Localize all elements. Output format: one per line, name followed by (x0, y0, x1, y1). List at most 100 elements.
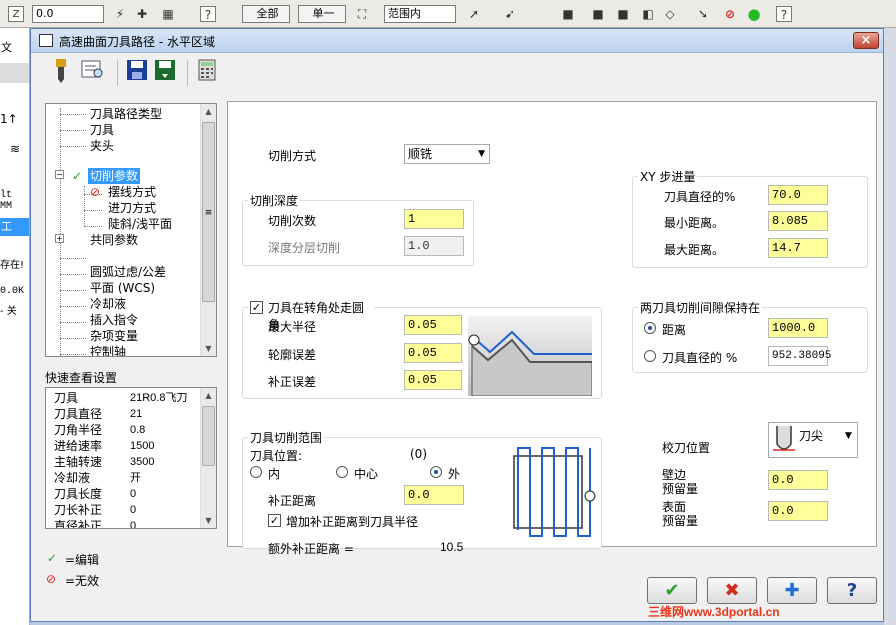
bg-fragment: - 关 (0, 306, 17, 317)
scroll-up-icon[interactable]: ▲ (201, 104, 216, 119)
gap-pct-input[interactable]: 952.38095 (768, 346, 831, 366)
go-icon[interactable]: ● (746, 6, 762, 22)
comp-dist-input[interactable]: 0.0 (404, 485, 464, 505)
gap-dist-label: 距离 (662, 323, 687, 337)
wall-stock-input[interactable]: 0.0 (768, 470, 828, 490)
tree-item-cut-params[interactable]: 切削参数 (88, 168, 141, 184)
tree-expand-toggle[interactable]: + (55, 234, 64, 243)
select-cursor-icon[interactable]: ⛶ (354, 6, 370, 22)
add-button[interactable]: ✚ (767, 577, 817, 604)
edited-check-icon: ✓ (47, 551, 58, 565)
max-radius-input[interactable]: 0.05 (404, 315, 462, 335)
qv-value: 0 (130, 520, 137, 529)
title-bar[interactable]: 高速曲面刀具路径 - 水平区域 × (31, 29, 883, 53)
layer-depth-input[interactable]: 1.0 (404, 236, 464, 256)
cube-icon[interactable]: ◧ (640, 6, 656, 22)
cut-count-input[interactable]: 1 (404, 209, 464, 229)
tree-item-holder[interactable]: 夹头 (90, 138, 114, 154)
qv-value: 21R0.8飞刀 (130, 392, 188, 404)
qv-value: 3500 (130, 456, 155, 468)
qv-value: 0 (130, 504, 137, 516)
xy-max-input[interactable]: 14.7 (768, 238, 828, 258)
range-dropdown[interactable]: 范围内 (384, 5, 456, 23)
tree-scrollbar[interactable]: ▲ ≡ ▼ (200, 104, 216, 356)
floor-stock-input[interactable]: 0.0 (768, 501, 828, 521)
tree-item-arc-filter[interactable]: 圆弧过虑/公差 (90, 264, 166, 280)
tree-item-axis[interactable]: 控制轴 (90, 344, 126, 356)
save-as-icon[interactable] (151, 59, 179, 87)
tool-icon[interactable] (47, 59, 75, 87)
corner-checkbox[interactable]: ✓ (250, 301, 263, 314)
tool-pos-select-value: 刀尖 (799, 429, 824, 443)
tree-item-insert[interactable]: 插入指令 (90, 312, 138, 328)
tree-item-trochoidal[interactable]: 摆线方式 (108, 184, 156, 200)
edge-select-icon[interactable]: ◇ (662, 6, 678, 22)
solid-select-icon[interactable]: ■ (560, 6, 576, 22)
tree-item-plane[interactable]: 平面 (WCS) (90, 280, 155, 296)
save-icon[interactable] (123, 59, 151, 87)
xy-min-input[interactable]: 8.085 (768, 211, 828, 231)
cut-method-select[interactable]: 顺铣 ▼ (404, 144, 490, 164)
gap-distance-radio[interactable] (644, 322, 656, 334)
close-button[interactable]: × (853, 32, 879, 49)
qv-value: 1500 (130, 440, 155, 452)
select-all-button[interactable]: 全部 (242, 5, 290, 23)
qv-key: 主轴转速 (54, 455, 103, 469)
xy-dia-pct-input[interactable]: 70.0 (768, 185, 828, 205)
gap-pct-radio[interactable] (644, 350, 656, 362)
tree-item-entry[interactable]: 进刀方式 (108, 200, 156, 216)
calculator-icon[interactable] (193, 59, 221, 87)
bg-fragment: 存在! (0, 260, 25, 271)
tree-item-steep-shallow[interactable]: 陡斜/浅平面 (108, 216, 172, 232)
select-single-button[interactable]: 单一 (298, 5, 346, 23)
tool-pos-select[interactable]: 刀尖 ▼ (768, 422, 858, 458)
invalid-icon: ⊘ (46, 572, 57, 586)
bg-icon-row: 1↑ (0, 112, 18, 126)
add-comp-checkbox[interactable]: ✓ (268, 514, 281, 527)
arrow-cursor-icon[interactable]: ➚ (466, 6, 482, 22)
tree-scroll-thumb[interactable]: ≡ (202, 122, 215, 302)
face-select-icon[interactable]: ■ (590, 6, 606, 22)
layer-depth-label: 深度分层切削 (268, 241, 341, 255)
tree-item-common-params[interactable]: 共同参数 (90, 232, 138, 248)
stop-icon[interactable]: ⊘ (722, 6, 738, 22)
cancel-button[interactable]: ✖ (707, 577, 757, 604)
scroll-down-icon[interactable]: ▼ (201, 513, 216, 528)
background-right-edge (884, 28, 896, 625)
pointer-select-icon[interactable]: ➘ (695, 6, 711, 22)
tree-item-coolant[interactable]: 冷却液 (90, 296, 126, 312)
pos-center-radio[interactable] (336, 466, 348, 478)
ball-nose-tool-icon (773, 426, 795, 451)
quickview-scroll-thumb[interactable] (202, 406, 215, 466)
qv-value: 0 (130, 488, 137, 500)
pos-inner-radio[interactable] (250, 466, 262, 478)
depth-dropdown[interactable]: 0.0 (32, 5, 104, 23)
tree-item-tool[interactable]: 刀具 (90, 122, 114, 138)
body-select-icon[interactable]: ■ (615, 6, 631, 22)
comp-err-input[interactable]: 0.05 (404, 370, 462, 390)
comp-err-label: 补正误差 (268, 375, 317, 389)
ok-button[interactable]: ✔ (647, 577, 697, 604)
pos-outer-radio[interactable] (430, 466, 442, 478)
plus-icon[interactable]: ✚ (134, 6, 150, 22)
tree-item-misc[interactable]: 杂项变量 (90, 328, 138, 344)
help-icon-2[interactable]: ? (776, 6, 792, 22)
lightning-icon[interactable]: ⚡ (112, 6, 128, 22)
tree-collapse-toggle[interactable]: − (55, 170, 64, 179)
cut-method-value: 顺铣 (408, 147, 433, 161)
contour-err-input[interactable]: 0.05 (404, 343, 462, 363)
quickview-scrollbar[interactable]: ▲ ▼ (200, 388, 216, 528)
xy-dia-pct-label: 刀具直径的% (664, 190, 736, 204)
bg-block (0, 63, 29, 83)
tree-item-toolpath-type[interactable]: 刀具路径类型 (90, 106, 162, 122)
scroll-up-icon[interactable]: ▲ (201, 388, 216, 403)
help-button[interactable]: ? (827, 577, 877, 604)
help-icon[interactable]: ? (200, 6, 216, 22)
gap-dist-input[interactable]: 1000.0 (768, 318, 828, 338)
chevron-down-icon: ▼ (845, 431, 852, 441)
scroll-down-icon[interactable]: ▼ (201, 341, 216, 356)
arrow-cursor-alt-icon[interactable]: ➹ (502, 6, 518, 22)
grid-icon[interactable]: ▦ (160, 6, 176, 22)
parameter-tree: 刀具路径类型 刀具 夹头 − ✓ 切削参数 ⊘ 摆线方式 进刀方式 陡斜/浅平面… (45, 103, 217, 357)
preview-icon[interactable] (79, 59, 107, 87)
